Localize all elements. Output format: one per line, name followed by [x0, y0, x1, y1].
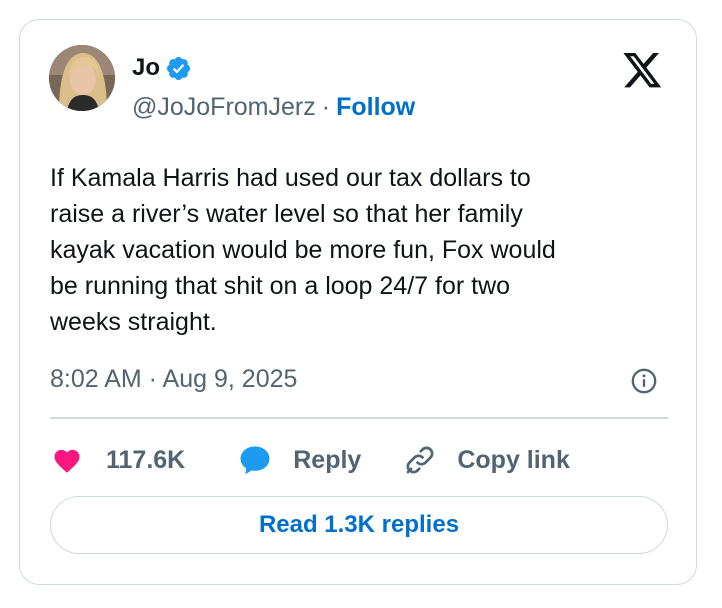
follow-link[interactable]: Follow [336, 93, 415, 122]
reply-label: Reply [293, 445, 362, 474]
author-handle-row: @JoJoFromJerz · Follow [132, 93, 415, 122]
copy-link-label: Copy link [457, 445, 570, 474]
speech-bubble-icon [240, 446, 270, 475]
tweet-text: If Kamala Harris had used our tax dollar… [50, 164, 556, 336]
link-icon [406, 446, 434, 474]
info-icon[interactable] [630, 367, 658, 395]
action-bar: 117.6K Reply Copy link [52, 440, 570, 480]
author-name-row: Jo [132, 53, 192, 83]
separator-dot: · [321, 93, 331, 121]
tweet-timestamp[interactable]: 8:02 AM · Aug 9, 2025 [50, 365, 297, 394]
like-button[interactable]: 117.6K [52, 446, 185, 475]
reply-button[interactable]: Reply [237, 443, 361, 477]
author-handle[interactable]: @JoJoFromJerz [132, 93, 316, 122]
heart-icon [54, 449, 80, 473]
author-name[interactable]: Jo [132, 54, 160, 82]
tweet-card: Jo @JoJoFromJerz · Follow If Kamala Harr… [19, 19, 697, 585]
read-replies-button[interactable]: Read 1.3K replies [50, 496, 668, 554]
verified-badge-icon [166, 56, 191, 80]
like-count: 117.6K [106, 445, 186, 474]
x-logo-icon[interactable] [623, 53, 663, 89]
avatar[interactable] [49, 45, 115, 111]
copy-link-button[interactable]: Copy link [403, 443, 570, 477]
divider [50, 417, 668, 419]
avatar-photo [49, 45, 115, 111]
